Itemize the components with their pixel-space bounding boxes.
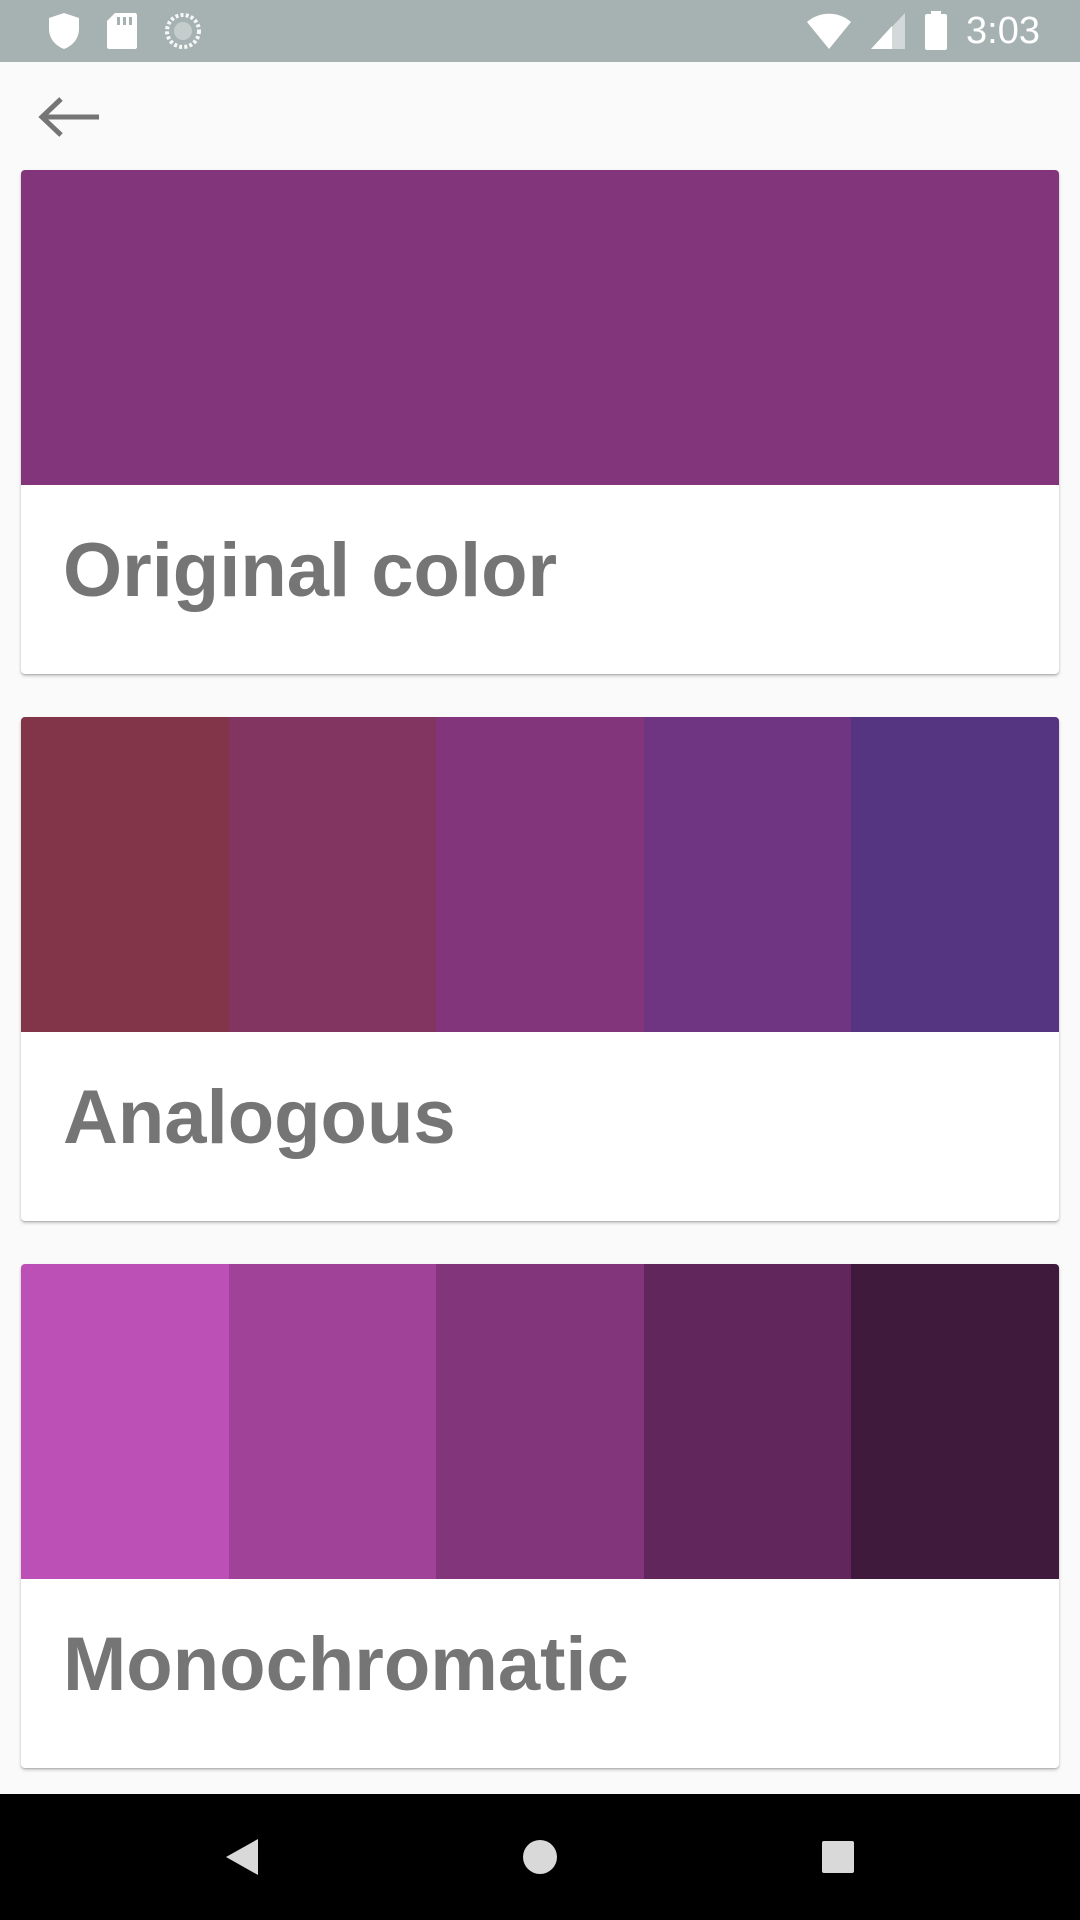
color-swatch xyxy=(436,1264,644,1579)
color-swatch xyxy=(21,1264,229,1579)
color-swatch xyxy=(643,717,852,1032)
color-swatch xyxy=(436,717,644,1032)
nav-home-icon xyxy=(523,1840,557,1874)
status-bar: 3:03 xyxy=(0,0,1080,62)
color-swatch xyxy=(228,1264,437,1579)
color-swatch xyxy=(643,1264,852,1579)
swatch-row xyxy=(21,717,1059,1032)
sd-card-icon xyxy=(107,13,137,49)
battery-icon xyxy=(925,11,948,50)
color-swatch xyxy=(228,717,437,1032)
analogous-card[interactable]: Analogous xyxy=(21,717,1059,1221)
status-right-icons: 3:03 xyxy=(806,8,1040,54)
shield-icon xyxy=(49,13,79,49)
sync-icon xyxy=(165,13,201,49)
cellular-signal-icon xyxy=(871,13,906,49)
color-swatch xyxy=(21,717,229,1032)
navigation-bar xyxy=(0,1794,1080,1920)
wifi-icon xyxy=(807,13,852,49)
color-swatch xyxy=(21,170,1059,485)
nav-back-button[interactable] xyxy=(207,1822,277,1892)
arrow-left-icon xyxy=(38,97,99,137)
card-title: Original color xyxy=(63,528,558,613)
status-clock: 3:03 xyxy=(966,9,1040,52)
original-color-card[interactable]: Original color xyxy=(21,170,1059,674)
nav-recents-button[interactable] xyxy=(803,1822,873,1892)
nav-recents-icon xyxy=(822,1841,854,1873)
monochromatic-card[interactable]: Monochromatic xyxy=(21,1264,1059,1768)
app-bar xyxy=(0,62,1080,168)
color-swatch xyxy=(851,717,1059,1032)
nav-back-icon xyxy=(226,1839,258,1875)
card-title: Monochromatic xyxy=(63,1622,629,1707)
color-swatch xyxy=(851,1264,1059,1579)
swatch-row xyxy=(21,1264,1059,1579)
card-title: Analogous xyxy=(63,1075,456,1160)
swatch-row xyxy=(21,170,1059,485)
status-left-icons xyxy=(48,10,202,52)
back-button[interactable] xyxy=(30,78,108,156)
nav-home-button[interactable] xyxy=(505,1822,575,1892)
